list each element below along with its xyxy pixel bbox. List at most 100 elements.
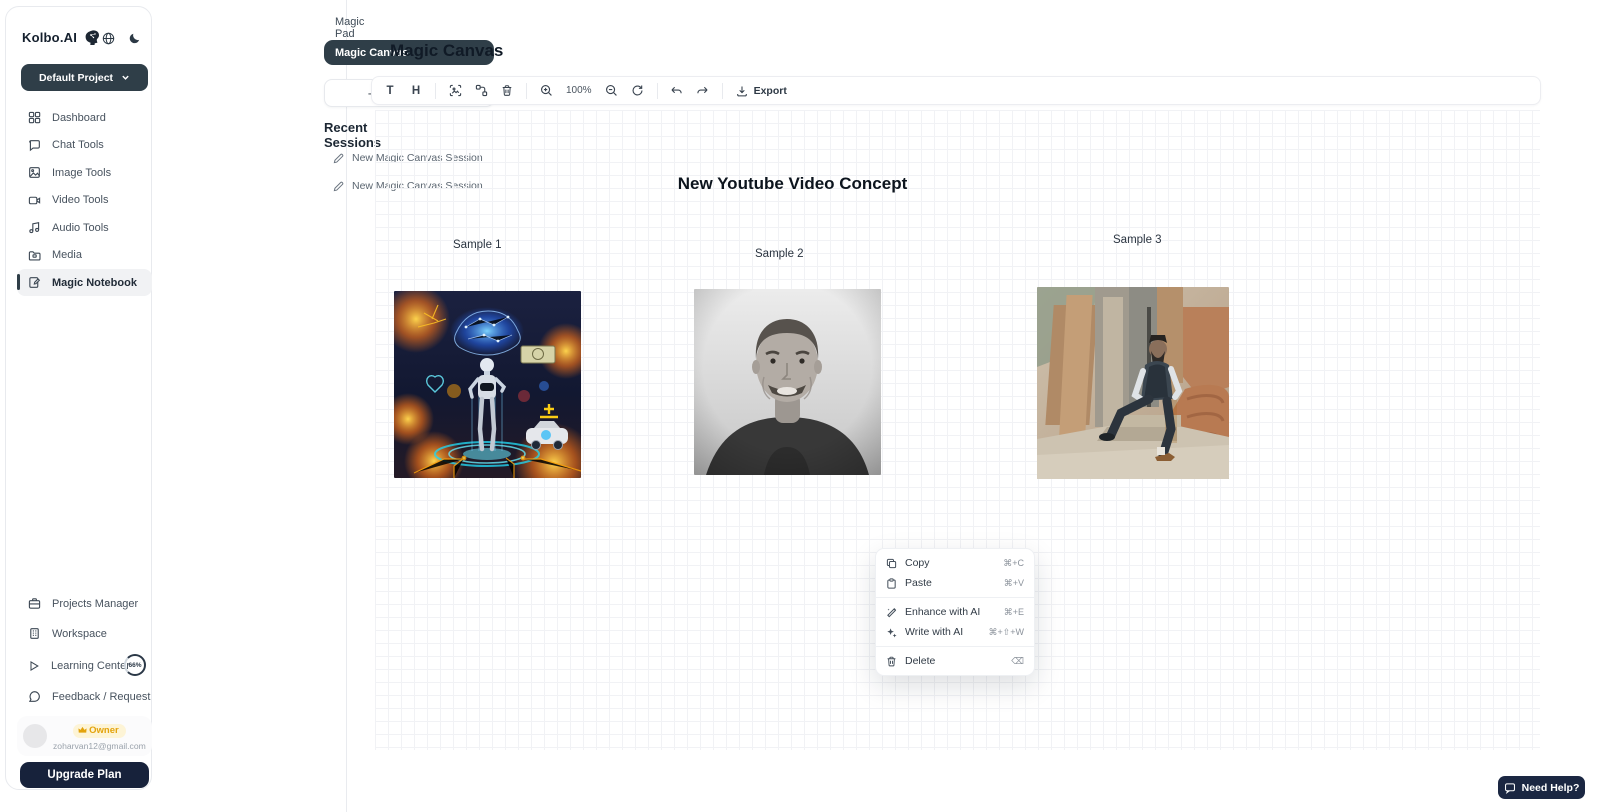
image-icon [28, 166, 41, 179]
video-camera-icon [28, 194, 41, 207]
music-note-icon [28, 221, 41, 234]
briefcase-icon [28, 597, 41, 610]
sample-image-2[interactable] [694, 289, 881, 475]
dark-mode-moon-icon[interactable] [129, 32, 141, 44]
sidebar-item-audio-tools[interactable]: Audio Tools [17, 214, 152, 241]
canvas-toolbar: T H 100% Export [371, 76, 1541, 105]
menu-item-label: Delete [905, 655, 1003, 667]
sidebar-item-label: Video Tools [52, 194, 108, 206]
logo-text: Kolbo.AI [22, 30, 77, 45]
sidebar-item-label: Feedback / Request [52, 691, 150, 703]
undo-button[interactable] [665, 80, 689, 102]
sidebar-item-label: Image Tools [52, 167, 111, 179]
menu-item-write-with-ai[interactable]: Write with AI ⌘+⇧+W [876, 622, 1034, 642]
dashboard-icon [28, 111, 41, 124]
learning-progress-badge: 66% [124, 654, 146, 676]
toolbar-divider [722, 83, 723, 99]
play-icon [28, 660, 40, 672]
reset-view-button[interactable] [626, 80, 650, 102]
zoom-out-button[interactable] [600, 80, 624, 102]
paste-clipboard-icon [886, 578, 897, 589]
canvas-heading[interactable]: New Youtube Video Concept [600, 174, 985, 194]
menu-item-label: Paste [905, 577, 996, 589]
redo-button[interactable] [691, 80, 715, 102]
sidebar-item-magic-notebook[interactable]: Magic Notebook [17, 269, 152, 296]
menu-item-copy[interactable]: Copy ⌘+C [876, 553, 1034, 573]
sample-1-label[interactable]: Sample 1 [453, 239, 502, 251]
sidebar-item-dashboard[interactable]: Dashboard [17, 104, 152, 131]
menu-item-shortcut: ⌘+E [1004, 607, 1024, 618]
delete-tool-button[interactable] [495, 80, 519, 102]
sidebar-item-label: Magic Notebook [52, 277, 137, 289]
sample-3-label[interactable]: Sample 3 [1113, 234, 1162, 246]
zoom-out-icon [605, 84, 618, 97]
sidebar-item-chat-tools[interactable]: Chat Tools [17, 132, 152, 159]
sidebar-item-projects-manager[interactable]: Projects Manager [17, 590, 152, 617]
media-folder-icon [28, 249, 41, 262]
session-panel: Magic Pad Magic Canvas + New Session Rec… [155, 0, 347, 812]
sample-image-3[interactable] [1037, 287, 1229, 479]
menu-item-delete[interactable]: Delete ⌫ [876, 651, 1034, 671]
rotate-reset-icon [631, 84, 644, 97]
project-selector[interactable]: Default Project [21, 64, 148, 91]
sidebar-item-label: Learning Center [51, 660, 130, 672]
sample-2-label[interactable]: Sample 2 [755, 248, 804, 260]
sidebar-item-label: Dashboard [52, 112, 106, 124]
menu-divider [876, 646, 1034, 647]
sidebar-item-feedback[interactable]: Feedback / Request [17, 683, 152, 710]
connector-tool-button[interactable] [469, 80, 493, 102]
pencil-icon [333, 181, 344, 192]
project-selector-label: Default Project [39, 72, 113, 84]
zoom-in-button[interactable] [534, 80, 558, 102]
menu-item-paste[interactable]: Paste ⌘+V [876, 573, 1034, 593]
zoom-in-icon [540, 84, 553, 97]
page-title: Magic Canvas [390, 41, 503, 61]
language-globe-icon[interactable] [102, 32, 115, 45]
tab-magic-pad[interactable]: Magic Pad [335, 16, 364, 40]
menu-item-shortcut: ⌘+⇧+W [988, 627, 1024, 638]
owner-badge-label: Owner [89, 725, 119, 736]
profile-card[interactable]: Owner zoharvan12@gmail.com [17, 716, 152, 756]
sidebar-item-image-tools[interactable]: Image Tools [17, 159, 152, 186]
upgrade-plan-button[interactable]: Upgrade Plan [20, 762, 149, 788]
menu-item-label: Write with AI [905, 626, 980, 638]
crown-icon [78, 726, 87, 734]
chevron-down-icon [121, 73, 130, 82]
generate-image-tool-button[interactable] [443, 80, 467, 102]
sidebar-item-video-tools[interactable]: Video Tools [17, 187, 152, 214]
toolbar-divider [526, 83, 527, 99]
sidebar-item-label: Workspace [52, 628, 107, 640]
notebook-pen-icon [28, 276, 41, 289]
recent-sessions-heading: Recent Sessions [324, 120, 381, 150]
export-button[interactable]: Export [730, 80, 793, 102]
chat-bubble-icon [28, 139, 41, 152]
menu-item-label: Copy [905, 557, 995, 569]
sample-image-1[interactable] [394, 291, 581, 478]
trash-icon [501, 84, 513, 97]
menu-item-shortcut: ⌘+C [1003, 558, 1024, 569]
context-menu: Copy ⌘+C Paste ⌘+V Enhance with AI ⌘+E W… [875, 548, 1035, 676]
owner-badge: Owner [73, 724, 126, 738]
sparkles-icon [886, 627, 897, 638]
need-help-button[interactable]: Need Help? [1498, 776, 1585, 799]
text-tool-button[interactable]: T [378, 80, 402, 102]
menu-item-enhance-with-ai[interactable]: Enhance with AI ⌘+E [876, 602, 1034, 622]
progress-value: 66% [128, 662, 141, 669]
enhance-pen-icon [886, 607, 897, 618]
avatar [23, 724, 47, 748]
connector-icon [475, 84, 488, 97]
logo: Kolbo.AI [22, 29, 101, 46]
menu-item-label: Enhance with AI [905, 606, 996, 618]
sidebar-item-label: Projects Manager [52, 598, 138, 610]
sidebar-item-label: Audio Tools [52, 222, 109, 234]
heading-tool-button[interactable]: H [404, 80, 428, 102]
sidebar-item-label: Media [52, 249, 82, 261]
sidebar-item-media[interactable]: Media [17, 242, 152, 269]
help-chat-icon [1504, 782, 1516, 794]
sidebar-item-workspace[interactable]: Workspace [17, 620, 152, 647]
undo-icon [670, 85, 683, 96]
trash-icon [886, 656, 897, 667]
export-label: Export [754, 85, 787, 97]
zoom-level[interactable]: 100% [560, 85, 598, 96]
pencil-icon [333, 153, 344, 164]
